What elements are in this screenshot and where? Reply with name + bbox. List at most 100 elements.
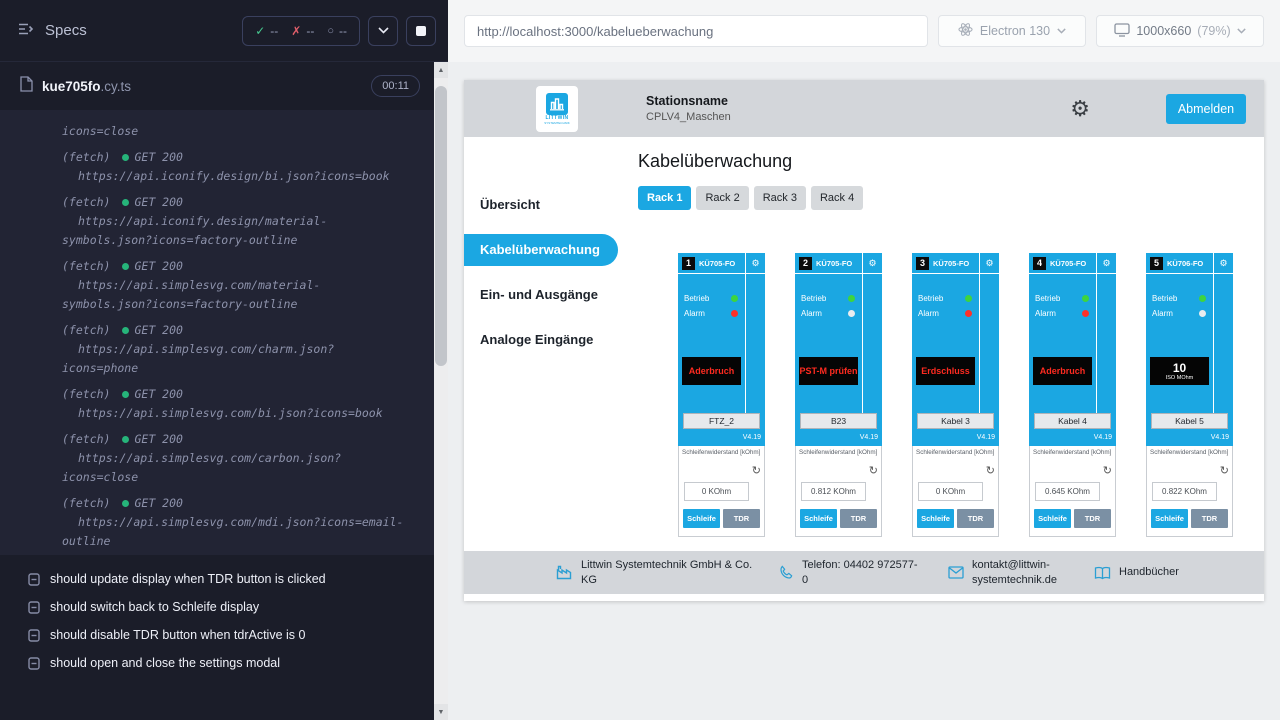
card-gear-icon[interactable]: ⚙ <box>1214 253 1233 274</box>
test-icon <box>28 629 40 642</box>
app-sidebar: Übersicht Kabelüberwachung Ein- und Ausg… <box>464 137 618 551</box>
cable-name: FTZ_2 <box>683 413 760 429</box>
slot-number: 4 <box>1033 257 1046 270</box>
spec-file-row[interactable]: kue705fo.cy.ts 00:11 <box>0 62 434 110</box>
alarm-led <box>731 310 738 317</box>
log-entry[interactable]: (fetch)GET 200 https://api.iconify.desig… <box>62 148 408 186</box>
zoom-level: (79%) <box>1197 24 1230 38</box>
scrollbar[interactable]: ▲ ▼ <box>434 62 448 720</box>
tdr-button[interactable]: TDR <box>723 509 760 528</box>
card-gear-icon[interactable]: ⚙ <box>863 253 882 274</box>
sidebar-item-kabelueberwachung[interactable]: Kabelüberwachung <box>464 234 618 266</box>
status-dot <box>122 500 129 507</box>
refresh-icon[interactable]: ↻ <box>1220 466 1229 477</box>
betrieb-led <box>1082 295 1089 302</box>
sidebar-item-ein-und-ausgaenge[interactable]: Ein- und Ausgänge <box>464 279 618 311</box>
phone-icon <box>779 565 794 580</box>
loop-resistance-label: Schleifenwiderstand [kOhm] <box>796 446 881 456</box>
alarm-led <box>1082 310 1089 317</box>
stop-button[interactable] <box>406 16 436 46</box>
alarm-led <box>965 310 972 317</box>
spec-file-name: kue705fo.cy.ts <box>42 79 131 94</box>
app-footer: Littwin Systemtechnik GmbH & Co. KG Tele… <box>464 551 1264 594</box>
tab-rack-3[interactable]: Rack 3 <box>754 186 806 210</box>
log-entry[interactable]: (fetch)GET 200 https://api.simplesvg.com… <box>62 321 408 378</box>
test-item[interactable]: should open and close the settings modal <box>0 649 434 677</box>
card-gear-icon[interactable]: ⚙ <box>980 253 999 274</box>
settings-gear-icon[interactable]: ⚙ <box>1070 98 1090 120</box>
stat-failed: ✗-- <box>291 24 314 38</box>
refresh-icon[interactable]: ↻ <box>752 466 761 477</box>
tdr-button[interactable]: TDR <box>957 509 994 528</box>
tab-rack-4[interactable]: Rack 4 <box>811 186 863 210</box>
littwin-logo: LITTWIN SYSTEMTECHNIK <box>536 86 578 132</box>
cable-name: Kabel 5 <box>1151 413 1228 429</box>
station-info: Stationsname CPLV4_Maschen <box>646 94 731 123</box>
collapse-button[interactable] <box>368 16 398 46</box>
scroll-up-button[interactable]: ▲ <box>434 62 448 78</box>
refresh-icon[interactable]: ↻ <box>986 466 995 477</box>
tab-rack-1[interactable]: Rack 1 <box>638 186 691 210</box>
device-card-3: 3 KÜ705-FO Betrieb Alarm Erdschluss <box>912 253 999 537</box>
runner-toolbar: http://localhost:3000/kabelueberwachung … <box>448 0 1280 62</box>
status-display: Erdschluss <box>916 357 975 385</box>
browser-select[interactable]: Electron 130 <box>938 15 1086 47</box>
schleife-button[interactable]: Schleife <box>1151 509 1188 528</box>
device-model: KÜ705-FO <box>699 259 735 268</box>
cable-name: Kabel 4 <box>1034 413 1111 429</box>
viewport-select[interactable]: 1000x660 (79%) <box>1096 15 1264 47</box>
log-entry[interactable]: (fetch)GET 200 https://api.simplesvg.com… <box>62 430 408 487</box>
slot-number: 3 <box>916 257 929 270</box>
stop-icon <box>416 26 426 36</box>
schleife-button[interactable]: Schleife <box>917 509 954 528</box>
slot-number: 5 <box>1150 257 1163 270</box>
schleife-button[interactable]: Schleife <box>1034 509 1071 528</box>
spec-timer: 00:11 <box>371 75 420 97</box>
tdr-button[interactable]: TDR <box>1074 509 1111 528</box>
log-entry[interactable]: (fetch)GET 200 https://api.simplesvg.com… <box>62 494 408 551</box>
runner-main: kue705fo.cy.ts 00:11 icons=close (fetch)… <box>0 62 434 720</box>
tdr-button[interactable]: TDR <box>840 509 877 528</box>
test-icon <box>28 601 40 614</box>
runner-header: Specs ✓-- ✗-- ○-- <box>0 0 448 62</box>
footer-manuals[interactable]: Handbücher <box>1094 565 1179 580</box>
tdr-button[interactable]: TDR <box>1191 509 1228 528</box>
log-entry[interactable]: icons=close <box>62 122 408 141</box>
sidebar-item-analoge-eingaenge[interactable]: Analoge Eingänge <box>464 324 618 356</box>
scrollbar-thumb[interactable] <box>435 86 447 366</box>
device-model: KÜ705-FO <box>1050 259 1086 268</box>
url-input[interactable]: http://localhost:3000/kabelueberwachung <box>464 15 928 47</box>
schleife-button[interactable]: Schleife <box>683 509 720 528</box>
betrieb-led <box>848 295 855 302</box>
device-card-4: 4 KÜ705-FO Betrieb Alarm Aderbruch <box>1029 253 1116 537</box>
test-item[interactable]: should update display when TDR button is… <box>0 565 434 593</box>
tab-rack-2[interactable]: Rack 2 <box>696 186 748 210</box>
loop-resistance-value: 0 KOhm <box>918 482 983 501</box>
rack-tabs: Rack 1 Rack 2 Rack 3 Rack 4 <box>638 186 1264 210</box>
status-dot <box>122 263 129 270</box>
card-gear-icon[interactable]: ⚙ <box>746 253 765 274</box>
runner-controls: ✓-- ✗-- ○-- <box>242 16 436 46</box>
chevron-down-icon <box>1057 28 1066 34</box>
spec-file-icon <box>20 76 33 97</box>
log-entry[interactable]: (fetch)GET 200 https://api.simplesvg.com… <box>62 257 408 314</box>
footer-email[interactable]: kontakt@littwin-systemtechnik.de <box>948 558 1068 588</box>
cypress-runner-panel: Specs ✓-- ✗-- ○-- <box>0 0 448 720</box>
scroll-down-button[interactable]: ▼ <box>434 704 448 720</box>
sidebar-item-uebersicht[interactable]: Übersicht <box>464 189 618 221</box>
station-label: Stationsname <box>646 94 731 108</box>
app-body: Übersicht Kabelüberwachung Ein- und Ausg… <box>464 137 1264 551</box>
logout-button[interactable]: Abmelden <box>1166 94 1246 124</box>
log-entry[interactable]: (fetch)GET 200 https://api.iconify.desig… <box>62 193 408 250</box>
card-gear-icon[interactable]: ⚙ <box>1097 253 1116 274</box>
test-item[interactable]: should disable TDR button when tdrActive… <box>0 621 434 649</box>
schleife-button[interactable]: Schleife <box>800 509 837 528</box>
test-item[interactable]: should switch back to Schleife display <box>0 593 434 621</box>
circle-icon: ○ <box>327 25 334 37</box>
log-entry[interactable]: (fetch)GET 200 https://api.simplesvg.com… <box>62 385 408 423</box>
refresh-icon[interactable]: ↻ <box>1103 466 1112 477</box>
test-list: should update display when TDR button is… <box>0 565 434 677</box>
refresh-icon[interactable]: ↻ <box>869 466 878 477</box>
specs-menu-button[interactable]: Specs <box>18 22 87 40</box>
loop-resistance-label: Schleifenwiderstand [kOhm] <box>679 446 764 456</box>
